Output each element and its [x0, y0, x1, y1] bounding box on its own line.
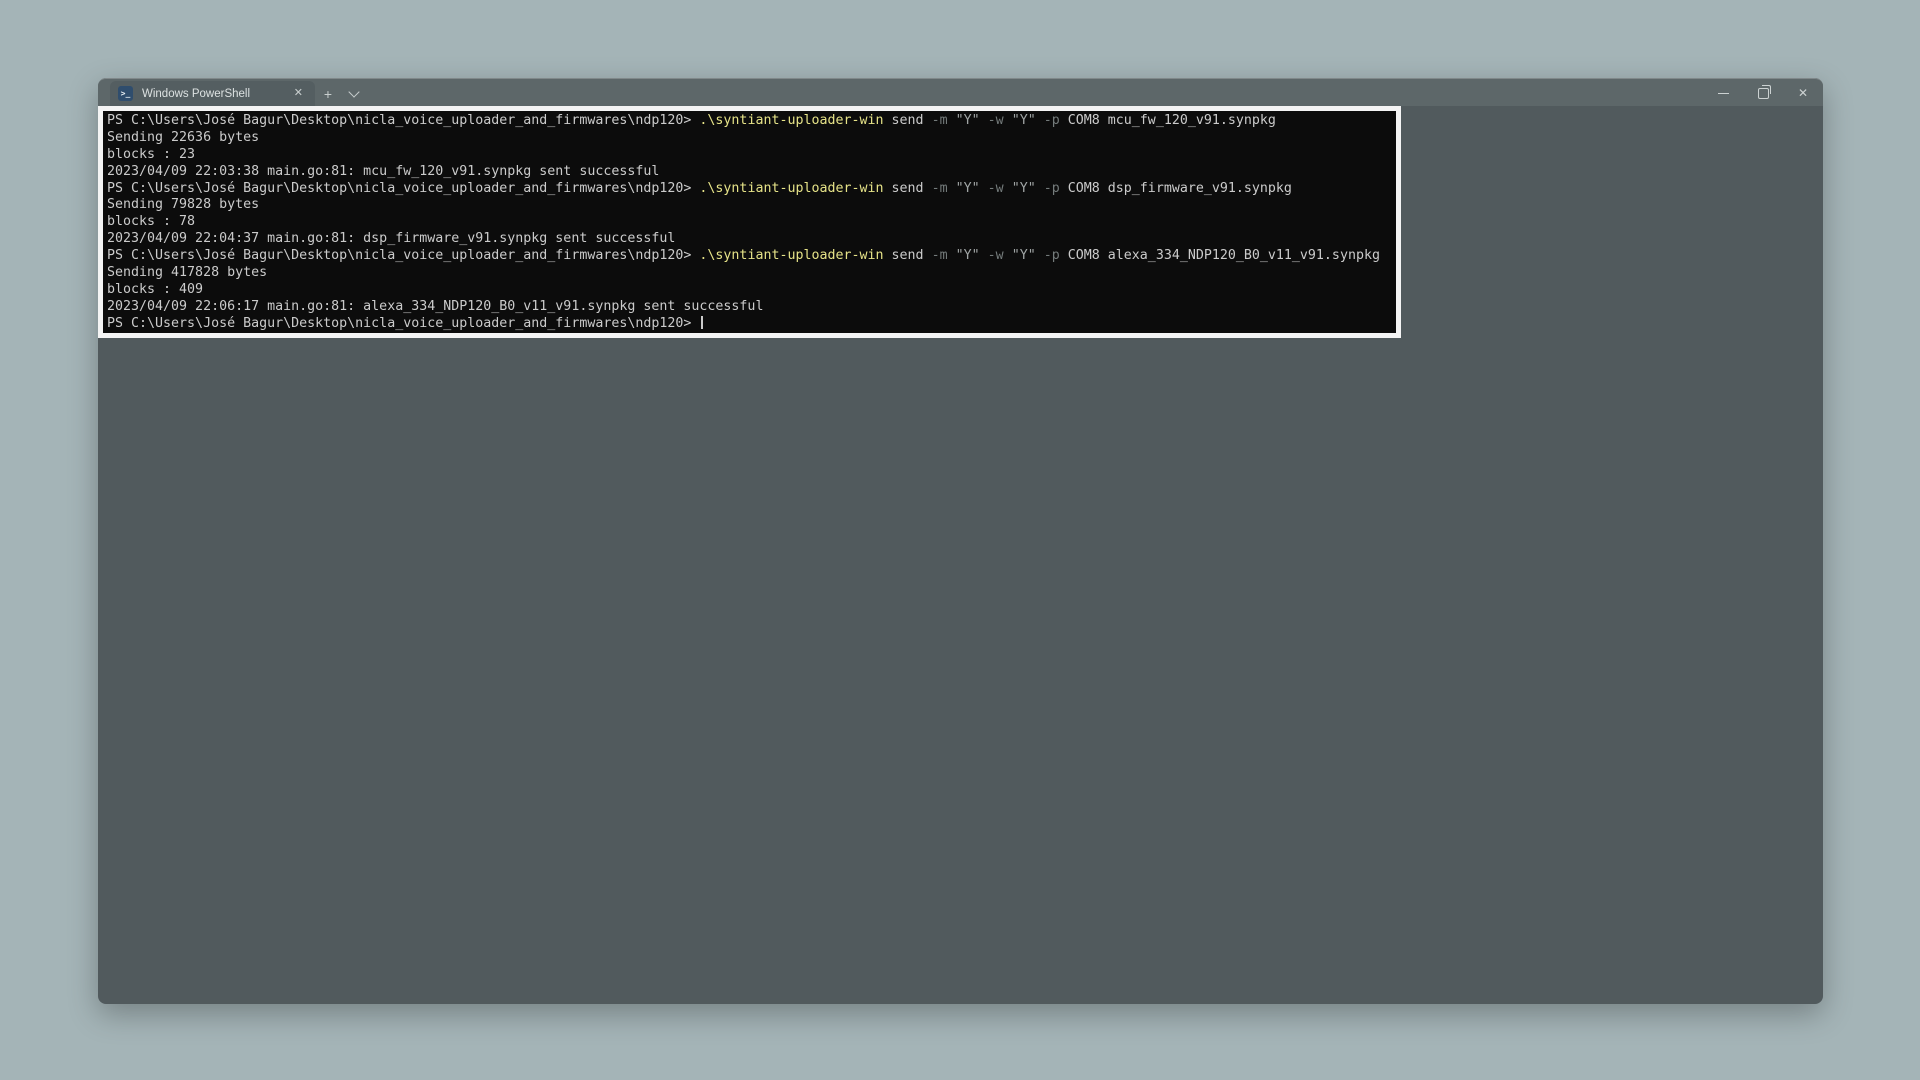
- close-icon: ✕: [1798, 86, 1808, 100]
- plus-icon: +: [324, 87, 332, 101]
- tab-windows-powershell[interactable]: >_ Windows PowerShell ✕: [110, 81, 315, 106]
- terminal-line: 2023/04/09 22:04:37 main.go:81: dsp_firm…: [107, 231, 1392, 248]
- new-tab-button[interactable]: +: [315, 81, 341, 106]
- terminal-line: Sending 79828 bytes: [107, 197, 1392, 214]
- titlebar-drag-area[interactable]: [367, 79, 1703, 106]
- minimize-button[interactable]: [1703, 79, 1743, 107]
- terminal-line: blocks : 78: [107, 214, 1392, 231]
- terminal-line: blocks : 409: [107, 282, 1392, 299]
- tab-dropdown-button[interactable]: [341, 81, 367, 106]
- terminal-line: 2023/04/09 22:06:17 main.go:81: alexa_33…: [107, 299, 1392, 316]
- terminal-cursor: [701, 316, 703, 329]
- powershell-icon: >_: [118, 86, 133, 101]
- titlebar[interactable]: >_ Windows PowerShell ✕ + ✕: [98, 78, 1823, 106]
- terminal-line: PS C:\Users\José Bagur\Desktop\nicla_voi…: [107, 113, 1392, 130]
- highlighted-output-box: PS C:\Users\José Bagur\Desktop\nicla_voi…: [98, 106, 1401, 338]
- tab-close-icon[interactable]: ✕: [290, 86, 307, 101]
- window-controls: ✕: [1703, 79, 1823, 106]
- chevron-down-icon: [348, 86, 359, 97]
- terminal-line: PS C:\Users\José Bagur\Desktop\nicla_voi…: [107, 316, 1392, 333]
- terminal-window: >_ Windows PowerShell ✕ + ✕ PS C:\Users\…: [98, 78, 1823, 1004]
- restore-window-icon: [1758, 88, 1769, 99]
- restore-button[interactable]: [1743, 79, 1783, 107]
- terminal-line: 2023/04/09 22:03:38 main.go:81: mcu_fw_1…: [107, 164, 1392, 181]
- terminal-line: Sending 22636 bytes: [107, 130, 1392, 147]
- close-button[interactable]: ✕: [1783, 79, 1823, 107]
- minimize-icon: [1718, 93, 1729, 94]
- terminal-line: blocks : 23: [107, 147, 1392, 164]
- tab-label: Windows PowerShell: [142, 88, 290, 100]
- terminal-line: PS C:\Users\José Bagur\Desktop\nicla_voi…: [107, 248, 1392, 265]
- terminal-line: Sending 417828 bytes: [107, 265, 1392, 282]
- terminal-line: PS C:\Users\José Bagur\Desktop\nicla_voi…: [107, 181, 1392, 198]
- terminal-lines[interactable]: PS C:\Users\José Bagur\Desktop\nicla_voi…: [103, 111, 1396, 333]
